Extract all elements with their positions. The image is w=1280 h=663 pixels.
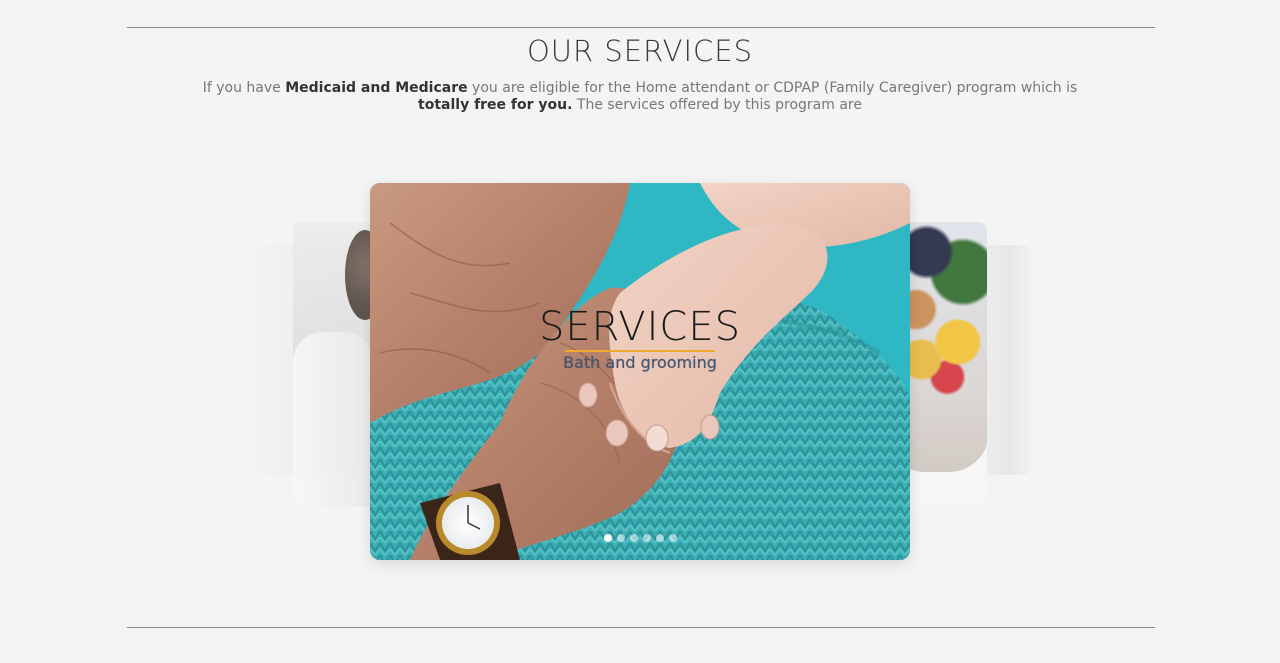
carousel-slide-far-right[interactable]	[983, 245, 1031, 475]
carousel-slide-next[interactable]	[905, 222, 987, 507]
caption-title: SERVICES	[538, 304, 742, 350]
carousel-slide-active[interactable]: SERVICES Bath and grooming	[370, 183, 910, 560]
carousel-pagination	[370, 534, 910, 542]
bottom-divider	[127, 627, 1155, 628]
carousel-dot-2[interactable]	[616, 534, 625, 542]
carousel-dot-1[interactable]	[603, 534, 612, 542]
fruit-bowl-image	[905, 222, 987, 472]
carousel-dot-3[interactable]	[629, 534, 638, 542]
caption-subtitle: Bath and grooming	[563, 353, 717, 372]
carousel-dot-4[interactable]	[642, 534, 651, 542]
carousel-dot-6[interactable]	[668, 534, 677, 542]
carousel-dot-5[interactable]	[655, 534, 664, 542]
caption-underline	[565, 350, 715, 352]
services-carousel: SERVICES Bath and grooming	[0, 0, 1280, 663]
nurse-coat-image	[293, 332, 373, 507]
slide-caption: SERVICES Bath and grooming	[370, 305, 910, 372]
page: OUR SERVICES If you have Medicaid and Me…	[0, 0, 1280, 663]
